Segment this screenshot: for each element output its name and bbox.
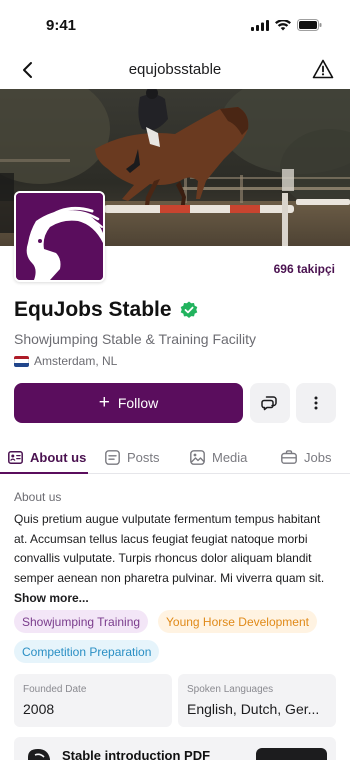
warning-triangle-icon	[312, 59, 334, 79]
about-section-label: About us	[14, 490, 62, 504]
profile-name-row: EquJobs Stable	[14, 298, 198, 322]
followers-count[interactable]: 696 takipçi	[274, 262, 335, 276]
info-label: Founded Date	[23, 684, 87, 695]
profile-location: Amsterdam, NL	[14, 354, 117, 368]
profile-subtitle: Showjumping Stable & Training Facility	[14, 331, 257, 347]
briefcase-icon	[281, 450, 297, 464]
tab-label: Posts	[127, 449, 160, 465]
location-text: Amsterdam, NL	[34, 354, 118, 368]
about-line: convallis vulputate. Turpis rhoncus dolo…	[14, 551, 312, 565]
more-options-button[interactable]	[296, 383, 336, 423]
post-icon	[105, 449, 120, 465]
status-icons	[251, 19, 322, 31]
tab-label: About us	[30, 449, 87, 465]
about-line: Quis pretium augue vulputate fermentum t…	[14, 512, 321, 526]
status-time: 9:41	[46, 17, 77, 34]
tab-media[interactable]: Media	[190, 440, 247, 474]
info-value: English, Dutch, Ger...	[187, 701, 320, 717]
profile-tabs: About us Posts Media Jobs	[0, 440, 350, 474]
document-title: Stable introduction PDF	[62, 748, 211, 760]
spoken-languages-card: Spoken Languages English, Dutch, Ger...	[178, 674, 336, 727]
tag-chip[interactable]: Showjumping Training	[14, 610, 149, 633]
about-line: semper aenean non pharetra pulvinar. Mi …	[14, 570, 325, 585]
founded-date-card: Founded Date 2008	[14, 674, 172, 727]
horse-head-logo-icon	[16, 193, 103, 280]
document-icon	[28, 749, 50, 760]
battery-icon	[297, 19, 322, 31]
follow-label: Follow	[117, 395, 159, 411]
info-label: Spoken Languages	[187, 684, 274, 695]
follow-button[interactable]: + Follow	[14, 383, 243, 423]
id-card-icon	[8, 450, 23, 464]
netherlands-flag-icon	[14, 355, 29, 367]
status-bar: 9:41	[0, 0, 350, 48]
wifi-icon	[275, 19, 291, 30]
tag-chip[interactable]: Competition Preparation	[14, 640, 160, 663]
tab-label: Media	[212, 449, 248, 465]
report-button[interactable]	[310, 56, 336, 82]
tab-about-us[interactable]: About us	[8, 440, 86, 474]
info-value: 2008	[23, 701, 55, 717]
nav-bar: equjobsstable	[0, 52, 350, 88]
image-icon	[190, 449, 205, 465]
stable-logo	[14, 191, 105, 282]
page-title: equjobsstable	[128, 61, 222, 78]
document-action-button[interactable]	[256, 748, 327, 760]
about-line: at. Accumsan tellus lacus feugiat feugia…	[14, 531, 308, 546]
show-more-link[interactable]: Show more...	[14, 591, 89, 605]
document-card[interactable]: Stable introduction PDF	[14, 737, 336, 760]
about-description: Quis pretium augue vulputate fermentum t…	[14, 510, 336, 588]
profile-name: EquJobs Stable	[14, 298, 172, 321]
verified-badge-icon	[180, 301, 197, 318]
tab-label: Jobs	[304, 449, 332, 465]
tag-chip[interactable]: Young Horse Development	[158, 610, 317, 633]
tab-posts[interactable]: Posts	[105, 440, 160, 474]
more-vertical-icon	[314, 396, 318, 410]
signal-icon	[251, 19, 269, 31]
message-button[interactable]	[250, 383, 290, 423]
tab-jobs[interactable]: Jobs	[281, 440, 331, 474]
chat-bubbles-icon	[261, 396, 277, 411]
active-tab-indicator	[0, 472, 88, 474]
plus-icon: +	[98, 391, 110, 413]
